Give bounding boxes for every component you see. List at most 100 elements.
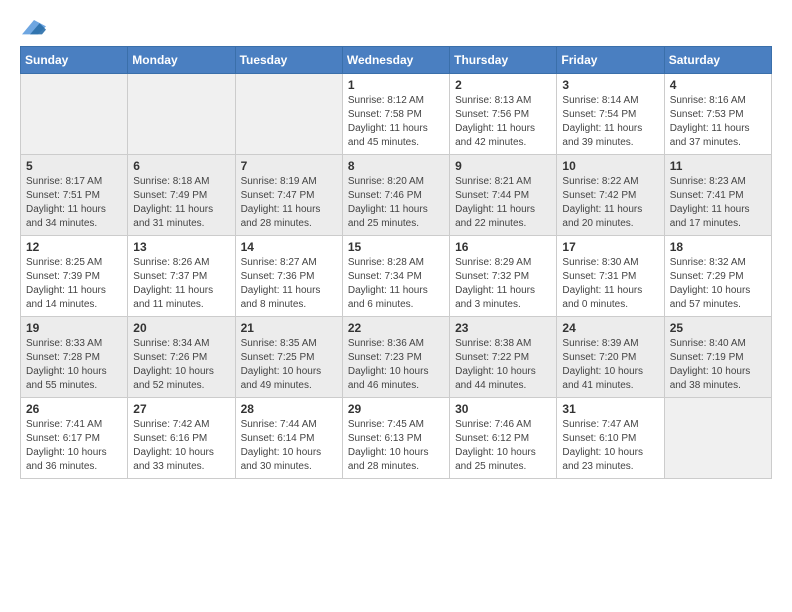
day-info: Sunrise: 8:40 AM Sunset: 7:19 PM Dayligh… bbox=[670, 337, 766, 393]
day-cell: 31 Sunrise: 7:47 AM Sunset: 6:10 PM Dayli… bbox=[557, 398, 664, 479]
day-info: Sunrise: 8:34 AM Sunset: 7:26 PM Dayligh… bbox=[133, 337, 229, 393]
day-number: 3 bbox=[562, 78, 658, 92]
day-cell: 7Sunrise: 8:19 AM Sunset: 7:47 PM Daylig… bbox=[235, 155, 342, 236]
day-number: 8 bbox=[348, 159, 444, 173]
day-info: Sunrise: 8:29 AM Sunset: 7:32 PM Dayligh… bbox=[455, 256, 551, 312]
day-cell: 11 Sunrise: 8:23 AM Sunset: 7:41 PM Dayli… bbox=[664, 155, 771, 236]
day-info: Sunrise: 7:42 AM Sunset: 6:16 PM Dayligh… bbox=[133, 418, 229, 474]
day-info: Sunrise: 8:16 AM Sunset: 7:53 PM Dayligh… bbox=[670, 94, 766, 150]
day-cell: 12 Sunrise: 8:25 AM Sunset: 7:39 PM Dayli… bbox=[21, 236, 128, 317]
day-number: 20 bbox=[133, 321, 229, 335]
day-cell: 6Sunrise: 8:18 AM Sunset: 7:49 PM Daylig… bbox=[128, 155, 235, 236]
day-number: 6 bbox=[133, 159, 229, 173]
col-header-sunday: Sunday bbox=[21, 47, 128, 74]
day-number: 21 bbox=[241, 321, 337, 335]
day-cell: 3 Sunrise: 8:14 AM Sunset: 7:54 PM Daylig… bbox=[557, 74, 664, 155]
day-number: 15 bbox=[348, 240, 444, 254]
day-number: 27 bbox=[133, 402, 229, 416]
day-cell: 9 Sunrise: 8:21 AM Sunset: 7:44 PM Daylig… bbox=[450, 155, 557, 236]
day-cell: 1 Sunrise: 8:12 AM Sunset: 7:58 PM Daylig… bbox=[342, 74, 449, 155]
col-header-tuesday: Tuesday bbox=[235, 47, 342, 74]
day-number: 14 bbox=[241, 240, 337, 254]
day-cell: 18 Sunrise: 8:32 AM Sunset: 7:29 PM Dayli… bbox=[664, 236, 771, 317]
day-cell: 17Sunrise: 8:30 AM Sunset: 7:31 PM Dayli… bbox=[557, 236, 664, 317]
day-info: Sunrise: 8:38 AM Sunset: 7:22 PM Dayligh… bbox=[455, 337, 551, 393]
day-info: Sunrise: 7:41 AM Sunset: 6:17 PM Dayligh… bbox=[26, 418, 122, 474]
day-info: Sunrise: 8:21 AM Sunset: 7:44 PM Dayligh… bbox=[455, 175, 551, 231]
day-info: Sunrise: 8:26 AM Sunset: 7:37 PM Dayligh… bbox=[133, 256, 229, 312]
day-number: 12 bbox=[26, 240, 122, 254]
day-cell: 16 Sunrise: 8:29 AM Sunset: 7:32 PM Dayli… bbox=[450, 236, 557, 317]
day-number: 30 bbox=[455, 402, 551, 416]
day-info: Sunrise: 8:36 AM Sunset: 7:23 PM Dayligh… bbox=[348, 337, 444, 393]
day-number: 16 bbox=[455, 240, 551, 254]
day-number: 24 bbox=[562, 321, 658, 335]
day-info: Sunrise: 7:45 AM Sunset: 6:13 PM Dayligh… bbox=[348, 418, 444, 474]
day-info: Sunrise: 8:32 AM Sunset: 7:29 PM Dayligh… bbox=[670, 256, 766, 312]
day-cell: 22 Sunrise: 8:36 AM Sunset: 7:23 PM Dayli… bbox=[342, 317, 449, 398]
day-cell: 2 Sunrise: 8:13 AM Sunset: 7:56 PM Daylig… bbox=[450, 74, 557, 155]
day-number: 23 bbox=[455, 321, 551, 335]
col-header-monday: Monday bbox=[128, 47, 235, 74]
day-info: Sunrise: 8:27 AM Sunset: 7:36 PM Dayligh… bbox=[241, 256, 337, 312]
day-cell bbox=[128, 74, 235, 155]
day-info: Sunrise: 8:20 AM Sunset: 7:46 PM Dayligh… bbox=[348, 175, 444, 231]
day-info: Sunrise: 8:39 AM Sunset: 7:20 PM Dayligh… bbox=[562, 337, 658, 393]
day-cell: 21 Sunrise: 8:35 AM Sunset: 7:25 PM Dayli… bbox=[235, 317, 342, 398]
day-info: Sunrise: 7:47 AM Sunset: 6:10 PM Dayligh… bbox=[562, 418, 658, 474]
day-number: 28 bbox=[241, 402, 337, 416]
day-number: 25 bbox=[670, 321, 766, 335]
day-number: 1 bbox=[348, 78, 444, 92]
week-row-3: 12 Sunrise: 8:25 AM Sunset: 7:39 PM Dayli… bbox=[21, 236, 772, 317]
day-info: Sunrise: 8:17 AM Sunset: 7:51 PM Dayligh… bbox=[26, 175, 122, 231]
week-row-2: 5Sunrise: 8:17 AM Sunset: 7:51 PM Daylig… bbox=[21, 155, 772, 236]
day-cell bbox=[664, 398, 771, 479]
col-header-saturday: Saturday bbox=[664, 47, 771, 74]
day-info: Sunrise: 8:23 AM Sunset: 7:41 PM Dayligh… bbox=[670, 175, 766, 231]
day-cell: 24 Sunrise: 8:39 AM Sunset: 7:20 PM Dayli… bbox=[557, 317, 664, 398]
day-number: 11 bbox=[670, 159, 766, 173]
day-cell: 8 Sunrise: 8:20 AM Sunset: 7:46 PM Daylig… bbox=[342, 155, 449, 236]
day-number: 2 bbox=[455, 78, 551, 92]
day-info: Sunrise: 8:13 AM Sunset: 7:56 PM Dayligh… bbox=[455, 94, 551, 150]
day-number: 7 bbox=[241, 159, 337, 173]
day-number: 10 bbox=[562, 159, 658, 173]
day-cell: 28 Sunrise: 7:44 AM Sunset: 6:14 PM Dayli… bbox=[235, 398, 342, 479]
logo bbox=[20, 16, 46, 36]
day-info: Sunrise: 8:30 AM Sunset: 7:31 PM Dayligh… bbox=[562, 256, 658, 312]
col-header-thursday: Thursday bbox=[450, 47, 557, 74]
day-info: Sunrise: 7:44 AM Sunset: 6:14 PM Dayligh… bbox=[241, 418, 337, 474]
day-info: Sunrise: 7:46 AM Sunset: 6:12 PM Dayligh… bbox=[455, 418, 551, 474]
day-info: Sunrise: 8:14 AM Sunset: 7:54 PM Dayligh… bbox=[562, 94, 658, 150]
day-cell: 20 Sunrise: 8:34 AM Sunset: 7:26 PM Dayli… bbox=[128, 317, 235, 398]
day-number: 31 bbox=[562, 402, 658, 416]
day-cell: 30 Sunrise: 7:46 AM Sunset: 6:12 PM Dayli… bbox=[450, 398, 557, 479]
day-number: 4 bbox=[670, 78, 766, 92]
week-row-5: 26Sunrise: 7:41 AM Sunset: 6:17 PM Dayli… bbox=[21, 398, 772, 479]
day-info: Sunrise: 8:25 AM Sunset: 7:39 PM Dayligh… bbox=[26, 256, 122, 312]
day-number: 29 bbox=[348, 402, 444, 416]
week-row-1: 1 Sunrise: 8:12 AM Sunset: 7:58 PM Daylig… bbox=[21, 74, 772, 155]
day-cell: 4 Sunrise: 8:16 AM Sunset: 7:53 PM Daylig… bbox=[664, 74, 771, 155]
day-number: 18 bbox=[670, 240, 766, 254]
day-number: 13 bbox=[133, 240, 229, 254]
day-info: Sunrise: 8:33 AM Sunset: 7:28 PM Dayligh… bbox=[26, 337, 122, 393]
day-cell: 27 Sunrise: 7:42 AM Sunset: 6:16 PM Dayli… bbox=[128, 398, 235, 479]
day-cell: 26Sunrise: 7:41 AM Sunset: 6:17 PM Dayli… bbox=[21, 398, 128, 479]
day-cell: 19Sunrise: 8:33 AM Sunset: 7:28 PM Dayli… bbox=[21, 317, 128, 398]
day-cell: 23 Sunrise: 8:38 AM Sunset: 7:22 PM Dayli… bbox=[450, 317, 557, 398]
day-cell: 13 Sunrise: 8:26 AM Sunset: 7:37 PM Dayli… bbox=[128, 236, 235, 317]
calendar-page: SundayMondayTuesdayWednesdayThursdayFrid… bbox=[0, 0, 792, 612]
day-info: Sunrise: 8:28 AM Sunset: 7:34 PM Dayligh… bbox=[348, 256, 444, 312]
day-number: 22 bbox=[348, 321, 444, 335]
day-cell: 29 Sunrise: 7:45 AM Sunset: 6:13 PM Dayli… bbox=[342, 398, 449, 479]
day-number: 9 bbox=[455, 159, 551, 173]
col-header-friday: Friday bbox=[557, 47, 664, 74]
day-info: Sunrise: 8:22 AM Sunset: 7:42 PM Dayligh… bbox=[562, 175, 658, 231]
day-cell: 14 Sunrise: 8:27 AM Sunset: 7:36 PM Dayli… bbox=[235, 236, 342, 317]
day-cell bbox=[235, 74, 342, 155]
day-cell: 25 Sunrise: 8:40 AM Sunset: 7:19 PM Dayli… bbox=[664, 317, 771, 398]
day-cell bbox=[21, 74, 128, 155]
day-info: Sunrise: 8:12 AM Sunset: 7:58 PM Dayligh… bbox=[348, 94, 444, 150]
day-info: Sunrise: 8:35 AM Sunset: 7:25 PM Dayligh… bbox=[241, 337, 337, 393]
